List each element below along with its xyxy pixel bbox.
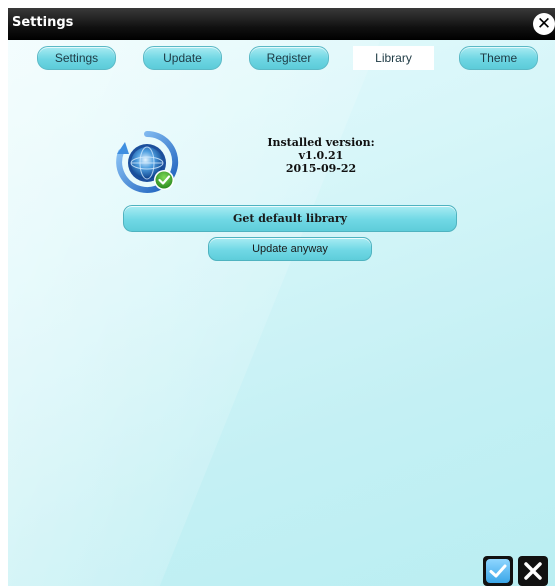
get-default-library-button[interactable]: Get default library <box>123 205 457 232</box>
version-info: Installed version: v1.0.21 2015-09-22 <box>251 136 391 175</box>
version-number: v1.0.21 <box>298 149 344 162</box>
installed-version-label: Installed version: <box>267 136 375 149</box>
close-icon <box>524 562 542 580</box>
update-anyway-button[interactable]: Update anyway <box>208 237 372 261</box>
tab-library[interactable]: Library <box>353 46 434 70</box>
tab-update[interactable]: Update <box>143 46 222 70</box>
ok-button[interactable] <box>483 556 513 586</box>
checkmark-icon <box>486 559 510 583</box>
tab-theme[interactable]: Theme <box>459 46 538 70</box>
tab-register[interactable]: Register <box>249 46 329 70</box>
globe-sync-check-icon <box>116 130 179 193</box>
settings-window: Settings ✕ Settings Update Register Libr… <box>8 8 555 586</box>
cancel-button[interactable] <box>518 556 548 586</box>
window-title: Settings <box>12 15 74 30</box>
tab-bar: Settings Update Register Library Theme <box>8 46 555 72</box>
version-date: 2015-09-22 <box>285 162 357 175</box>
library-panel: Installed version: v1.0.21 2015-09-22 Ge… <box>8 72 555 586</box>
tab-settings[interactable]: Settings <box>37 46 116 70</box>
title-bar: Settings ✕ <box>8 8 555 40</box>
close-window-icon[interactable]: ✕ <box>533 13 555 35</box>
